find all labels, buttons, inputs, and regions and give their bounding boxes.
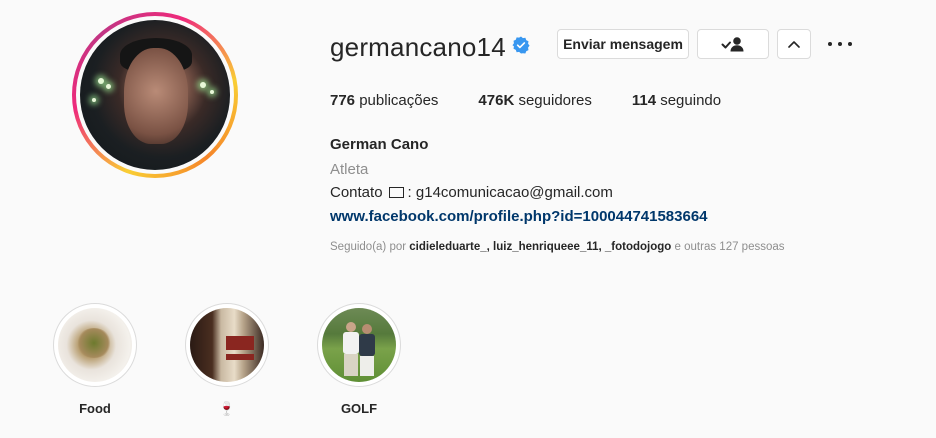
highlight-golf[interactable]: GOLF — [315, 303, 403, 416]
follower-name[interactable]: luiz_henriqueee_11 — [493, 241, 598, 253]
profile-link[interactable]: www.facebook.com/profile.php?id=10004474… — [330, 208, 708, 225]
avatar-photo — [80, 20, 230, 170]
send-message-button[interactable]: Enviar mensagem — [557, 29, 689, 59]
highlight-cover — [58, 308, 132, 382]
highlight-label: 🍷 — [218, 401, 236, 416]
highlight-food[interactable]: Food — [51, 303, 139, 416]
more-options-button[interactable] — [828, 34, 852, 54]
profile-full-name: German Cano — [330, 136, 429, 153]
profile-avatar[interactable] — [72, 12, 238, 178]
highlight-cover — [322, 308, 396, 382]
following-button[interactable] — [697, 29, 769, 59]
profile-contact: Contato : g14comunicacao@gmail.com — [330, 184, 613, 201]
suggestions-toggle-button[interactable] — [777, 29, 811, 59]
highlight-label: Food — [79, 401, 111, 416]
stat-followers[interactable]: 476K seguidores — [478, 92, 591, 109]
profile-username: germancano14 — [330, 32, 506, 62]
chevron-up-icon — [788, 41, 800, 48]
highlight-label: GOLF — [340, 401, 378, 416]
envelope-icon — [388, 187, 404, 198]
more-dots-icon — [828, 42, 832, 46]
verified-badge-icon — [512, 36, 530, 54]
follower-name[interactable]: cidieleduarte_ — [409, 241, 486, 253]
profile-category: Atleta — [330, 161, 369, 178]
highlight-cover — [190, 308, 264, 382]
contact-email: : g14comunicacao@gmail.com — [407, 184, 613, 201]
highlight-wine[interactable]: 🍷 — [183, 303, 271, 417]
follower-name[interactable]: _fotodojogo — [605, 241, 671, 253]
stat-posts: 776 publicações — [330, 92, 439, 109]
person-check-icon — [721, 37, 744, 52]
stat-following[interactable]: 114 seguindo — [632, 92, 721, 109]
profile-stats: 776 publicações 476K seguidores 114 segu… — [330, 92, 761, 109]
followed-by[interactable]: Seguido(a) por cidieleduarte_, luiz_henr… — [330, 241, 785, 253]
